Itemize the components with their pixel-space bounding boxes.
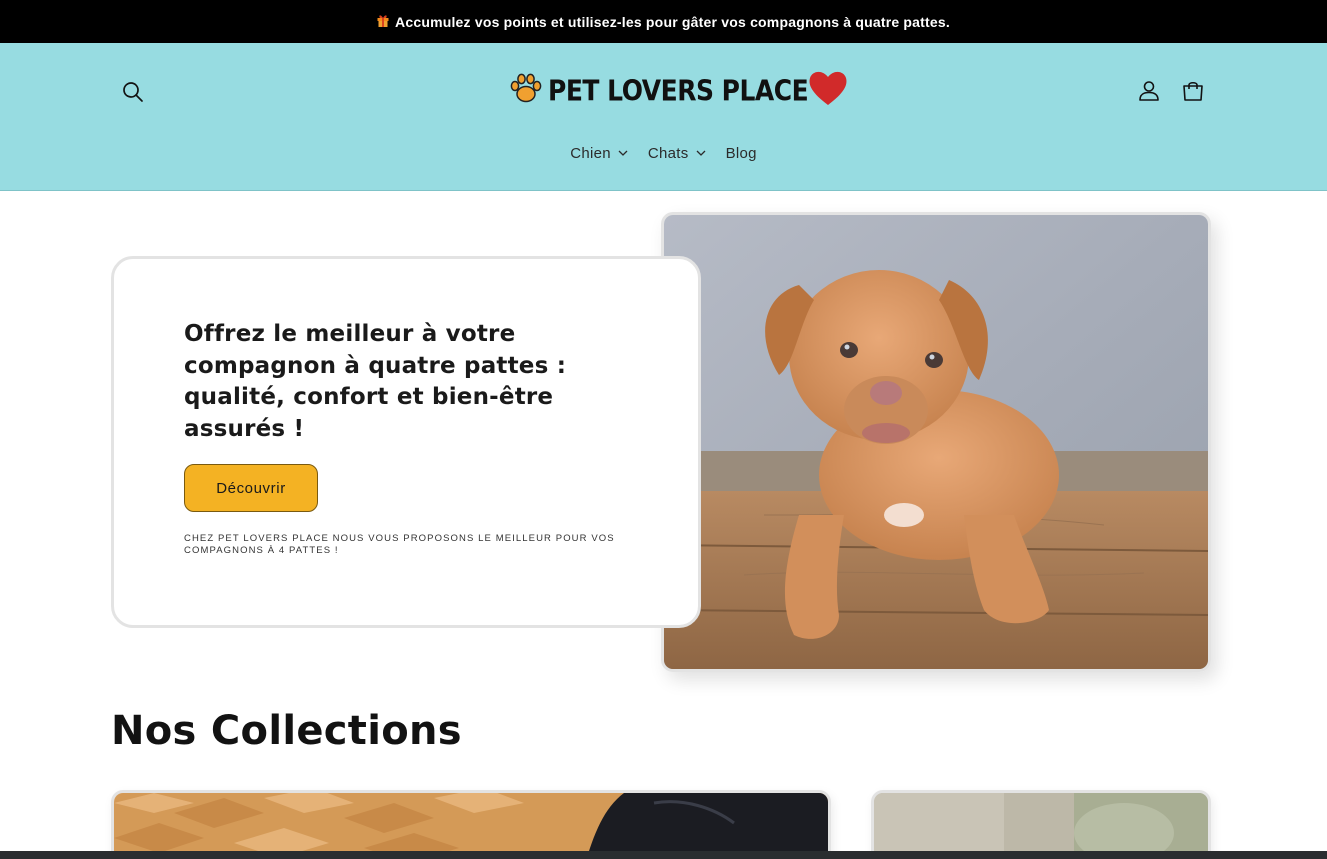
nav-label: Chien	[570, 144, 611, 162]
main-nav: Chien Chats Blog	[0, 139, 1327, 167]
nav-item-blog[interactable]: Blog	[716, 139, 767, 167]
discover-button[interactable]: Découvrir	[184, 464, 318, 512]
nav-label: Chats	[647, 144, 689, 162]
cart-icon[interactable]	[1180, 78, 1206, 104]
announcement-text: Accumulez vos points et utilisez-les pou…	[395, 13, 950, 30]
heart-icon	[808, 69, 848, 112]
hero-card: Offrez le meilleur à votre compagnon à q…	[111, 256, 701, 628]
chevron-down-icon	[618, 150, 628, 156]
puppy-photo	[661, 212, 1211, 672]
hero-subtext: CHEZ PET LOVERS PLACE NOUS VOUS PROPOSON…	[184, 533, 615, 556]
gift-icon	[377, 14, 389, 30]
site-header: PET LOVERS PLACE Chien Chats Blog	[0, 43, 1327, 191]
site-logo[interactable]: PET LOVERS PLACE	[508, 65, 847, 115]
logo-text: PET LOVERS PLACE	[548, 73, 809, 107]
chevron-down-icon	[696, 150, 706, 156]
paw-icon	[508, 70, 544, 111]
collection-card-cat[interactable]	[871, 790, 1211, 859]
search-icon[interactable]	[120, 79, 146, 105]
hero-title: Offrez le meilleur à votre compagnon à q…	[184, 321, 567, 442]
nav-label: Blog	[725, 144, 757, 162]
collection-card-dog[interactable]	[111, 790, 831, 859]
account-icon[interactable]	[1136, 78, 1162, 104]
nav-item-chien[interactable]: Chien	[560, 139, 638, 167]
bottom-bar	[0, 851, 1327, 859]
nav-item-chats[interactable]: Chats	[638, 139, 716, 167]
announcement-bar: Accumulez vos points et utilisez-les pou…	[0, 0, 1327, 43]
collections-title: Nos Collections	[111, 708, 462, 754]
